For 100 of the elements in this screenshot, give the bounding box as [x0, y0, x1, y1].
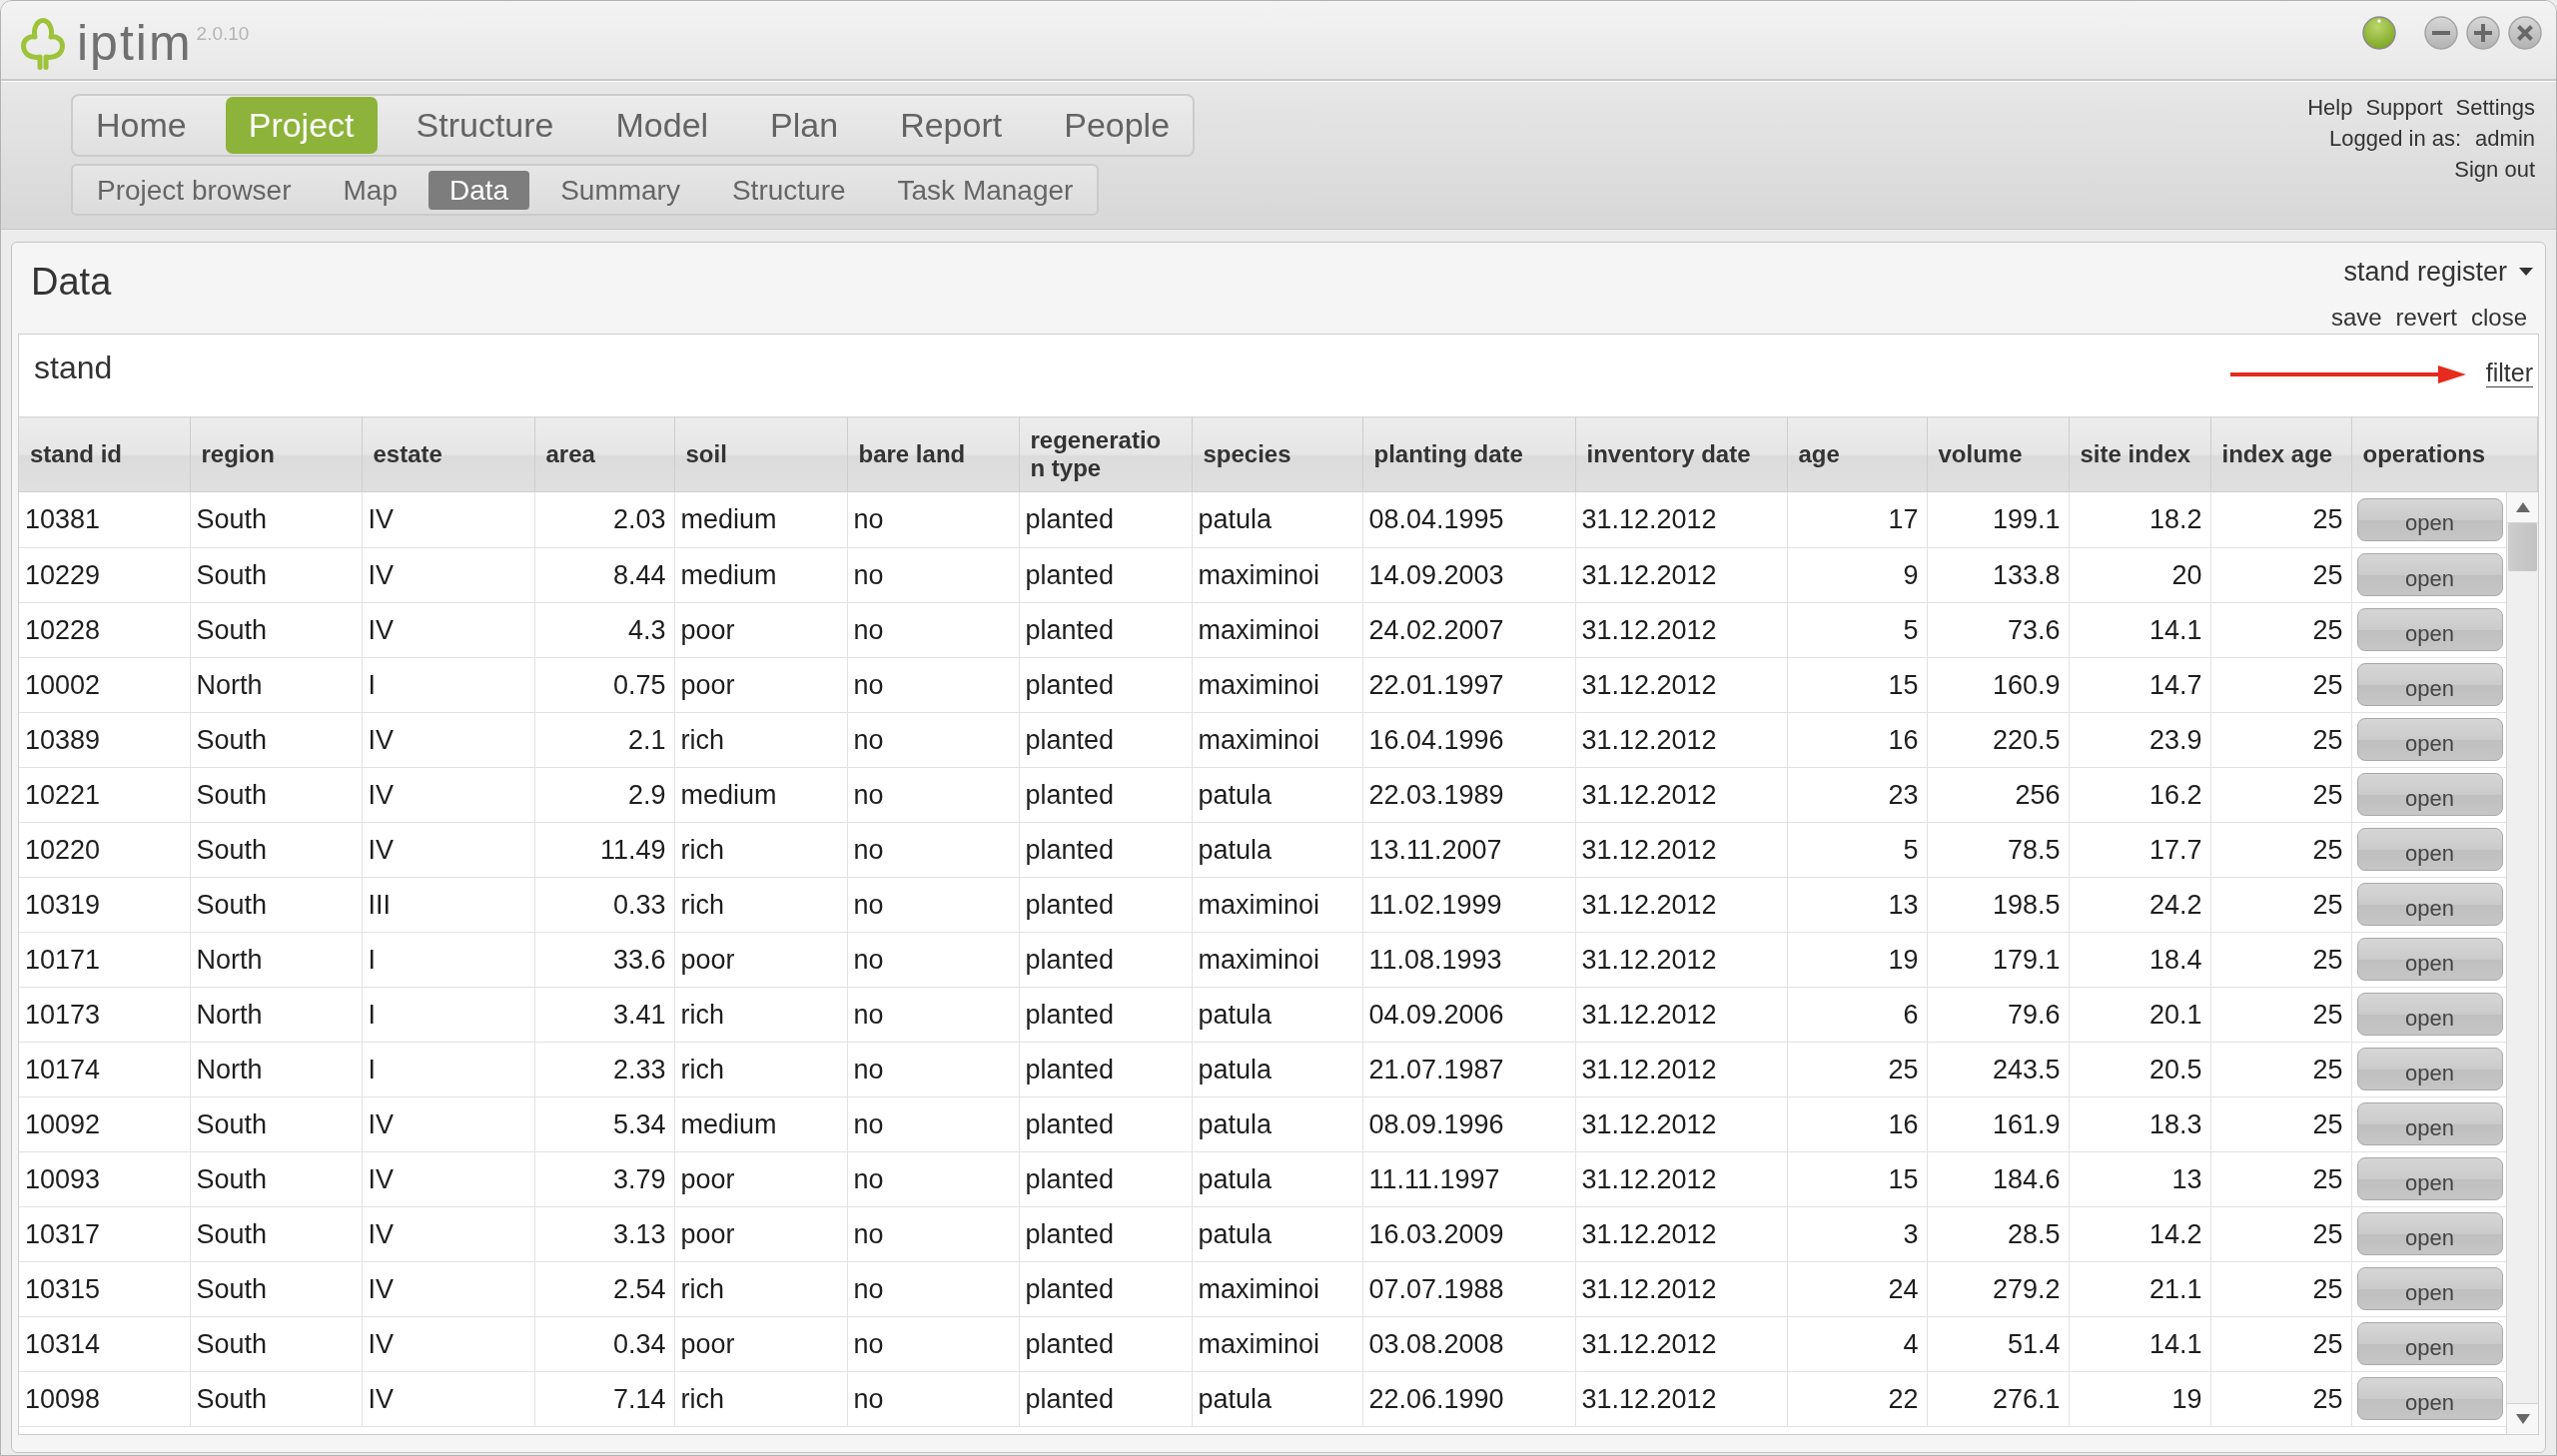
- subnav-tab[interactable]: Project browser: [76, 170, 313, 210]
- table-cell: 78.5: [1927, 822, 2069, 877]
- table-cell: IV: [362, 767, 534, 822]
- table-cell: 18.2: [2069, 492, 2210, 547]
- table-cell: South: [190, 767, 362, 822]
- table-cell: 2.03: [534, 492, 674, 547]
- table-cell: South: [190, 492, 362, 547]
- row-action-button[interactable]: open: [2356, 938, 2503, 981]
- table-cell: 24.2: [2069, 877, 2210, 932]
- table-cell: poor: [674, 1206, 847, 1261]
- table-cell: planted: [1019, 492, 1192, 547]
- table-cell: 16: [1787, 712, 1927, 767]
- table-cell: no: [847, 877, 1019, 932]
- view-dropdown[interactable]: stand register: [2343, 255, 2533, 289]
- column-header: soil: [674, 416, 847, 492]
- row-action-button[interactable]: open: [2356, 553, 2503, 596]
- table-cell: 5: [1787, 602, 1927, 657]
- row-action-button[interactable]: open: [2356, 1212, 2503, 1255]
- action-link[interactable]: revert: [2395, 303, 2457, 333]
- table-cell: planted: [1019, 1371, 1192, 1426]
- action-link[interactable]: close: [2470, 303, 2527, 333]
- table-cell: 16: [1787, 1096, 1927, 1151]
- row-action-button[interactable]: open: [2356, 1267, 2503, 1310]
- table-cell: 22.01.1997: [1362, 657, 1575, 712]
- minus-icon[interactable]: [2424, 16, 2458, 50]
- subnav-tab[interactable]: Summary: [539, 170, 701, 210]
- table-cell: 25: [2210, 657, 2351, 712]
- nav-tab[interactable]: People: [1041, 97, 1194, 154]
- row-action-button[interactable]: open: [2356, 773, 2503, 816]
- table-cell: 10317: [19, 1206, 190, 1261]
- row-action-button[interactable]: open: [2356, 1157, 2503, 1200]
- nav-tab[interactable]: Plan: [747, 97, 862, 154]
- row-action-button[interactable]: open: [2356, 883, 2503, 926]
- row-action-button[interactable]: open: [2356, 1048, 2503, 1091]
- plus-icon[interactable]: [2466, 16, 2500, 50]
- table-cell: 22.03.1989: [1362, 767, 1575, 822]
- up-triangle-icon: [2515, 502, 2530, 512]
- row-action-button[interactable]: open: [2356, 1102, 2503, 1145]
- column-header: inventory date: [1575, 416, 1787, 492]
- table-cell: 3.13: [534, 1206, 674, 1261]
- nav-tab[interactable]: Report: [877, 97, 1026, 154]
- panel-title: Data: [30, 260, 112, 305]
- header-link[interactable]: Settings: [2455, 92, 2535, 123]
- row-action-button[interactable]: open: [2356, 828, 2503, 871]
- row-action-button[interactable]: open: [2356, 718, 2503, 761]
- table-cell: patula: [1192, 1042, 1362, 1096]
- table-cell: 17.7: [2069, 822, 2210, 877]
- table-cell: planted: [1019, 987, 1192, 1042]
- close-icon[interactable]: [2508, 16, 2542, 50]
- filter-link[interactable]: filter: [2485, 359, 2533, 387]
- table-cell: no: [847, 1206, 1019, 1261]
- table-cell: 10174: [19, 1042, 190, 1096]
- table-cell: 11.49: [534, 822, 674, 877]
- row-action-button[interactable]: open: [2356, 663, 2503, 706]
- header-link[interactable]: Help: [2307, 92, 2353, 123]
- row-action-button[interactable]: open: [2356, 993, 2503, 1036]
- table-cell: I: [362, 987, 534, 1042]
- table-cell: South: [190, 1261, 362, 1316]
- table-cell: IV: [362, 602, 534, 657]
- table-cell: 7.14: [534, 1371, 674, 1426]
- table-cell: no: [847, 492, 1019, 547]
- table-cell: rich: [674, 1371, 847, 1426]
- column-header: stand id: [19, 416, 190, 492]
- scrollbar-thumb[interactable]: [2508, 523, 2537, 571]
- table-cell: planted: [1019, 602, 1192, 657]
- scroll-up-button[interactable]: [2507, 492, 2538, 523]
- nav-tab[interactable]: Structure: [393, 97, 577, 154]
- table-cell: 73.6: [1927, 602, 2069, 657]
- action-link[interactable]: save: [2330, 303, 2382, 333]
- nav-tab[interactable]: Home: [73, 97, 210, 154]
- table-cell: 3.41: [534, 987, 674, 1042]
- table-cell: rich: [674, 987, 847, 1042]
- table-cell: 25: [1787, 1042, 1927, 1096]
- scroll-down-button[interactable]: [2507, 1403, 2538, 1434]
- subnav-tab[interactable]: Task Manager: [876, 170, 1095, 210]
- row-action-button[interactable]: open: [2356, 608, 2503, 651]
- row-action-button[interactable]: open: [2356, 497, 2503, 541]
- row-action-button[interactable]: open: [2356, 1377, 2503, 1420]
- table-cell: 4.3: [534, 602, 674, 657]
- table-cell: 16.04.1996: [1362, 712, 1575, 767]
- version-label: 2.0.10: [196, 23, 250, 45]
- table-cell: 25: [2210, 712, 2351, 767]
- subnav-tab[interactable]: Map: [322, 170, 419, 210]
- table-cell: 22.06.1990: [1362, 1371, 1575, 1426]
- caret-icon: [2519, 268, 2533, 276]
- table-cell: I: [362, 1042, 534, 1096]
- subnav-tab[interactable]: Data: [428, 170, 530, 210]
- table-cell: 20.5: [2069, 1042, 2210, 1096]
- header-link[interactable]: Support: [2365, 92, 2443, 123]
- table-cell: 31.12.2012: [1575, 492, 1787, 547]
- table-cell: no: [847, 1096, 1019, 1151]
- nav-tab[interactable]: Model: [592, 97, 732, 154]
- table-cell: 16.2: [2069, 767, 2210, 822]
- table-cell: 5: [1787, 822, 1927, 877]
- scrollbar[interactable]: [2506, 492, 2538, 1434]
- table-cell: no: [847, 547, 1019, 602]
- sign-out-link[interactable]: Sign out: [2454, 154, 2535, 185]
- row-action-button[interactable]: open: [2356, 1322, 2503, 1365]
- subnav-tab[interactable]: Structure: [710, 170, 867, 210]
- table-cell: 31.12.2012: [1575, 547, 1787, 602]
